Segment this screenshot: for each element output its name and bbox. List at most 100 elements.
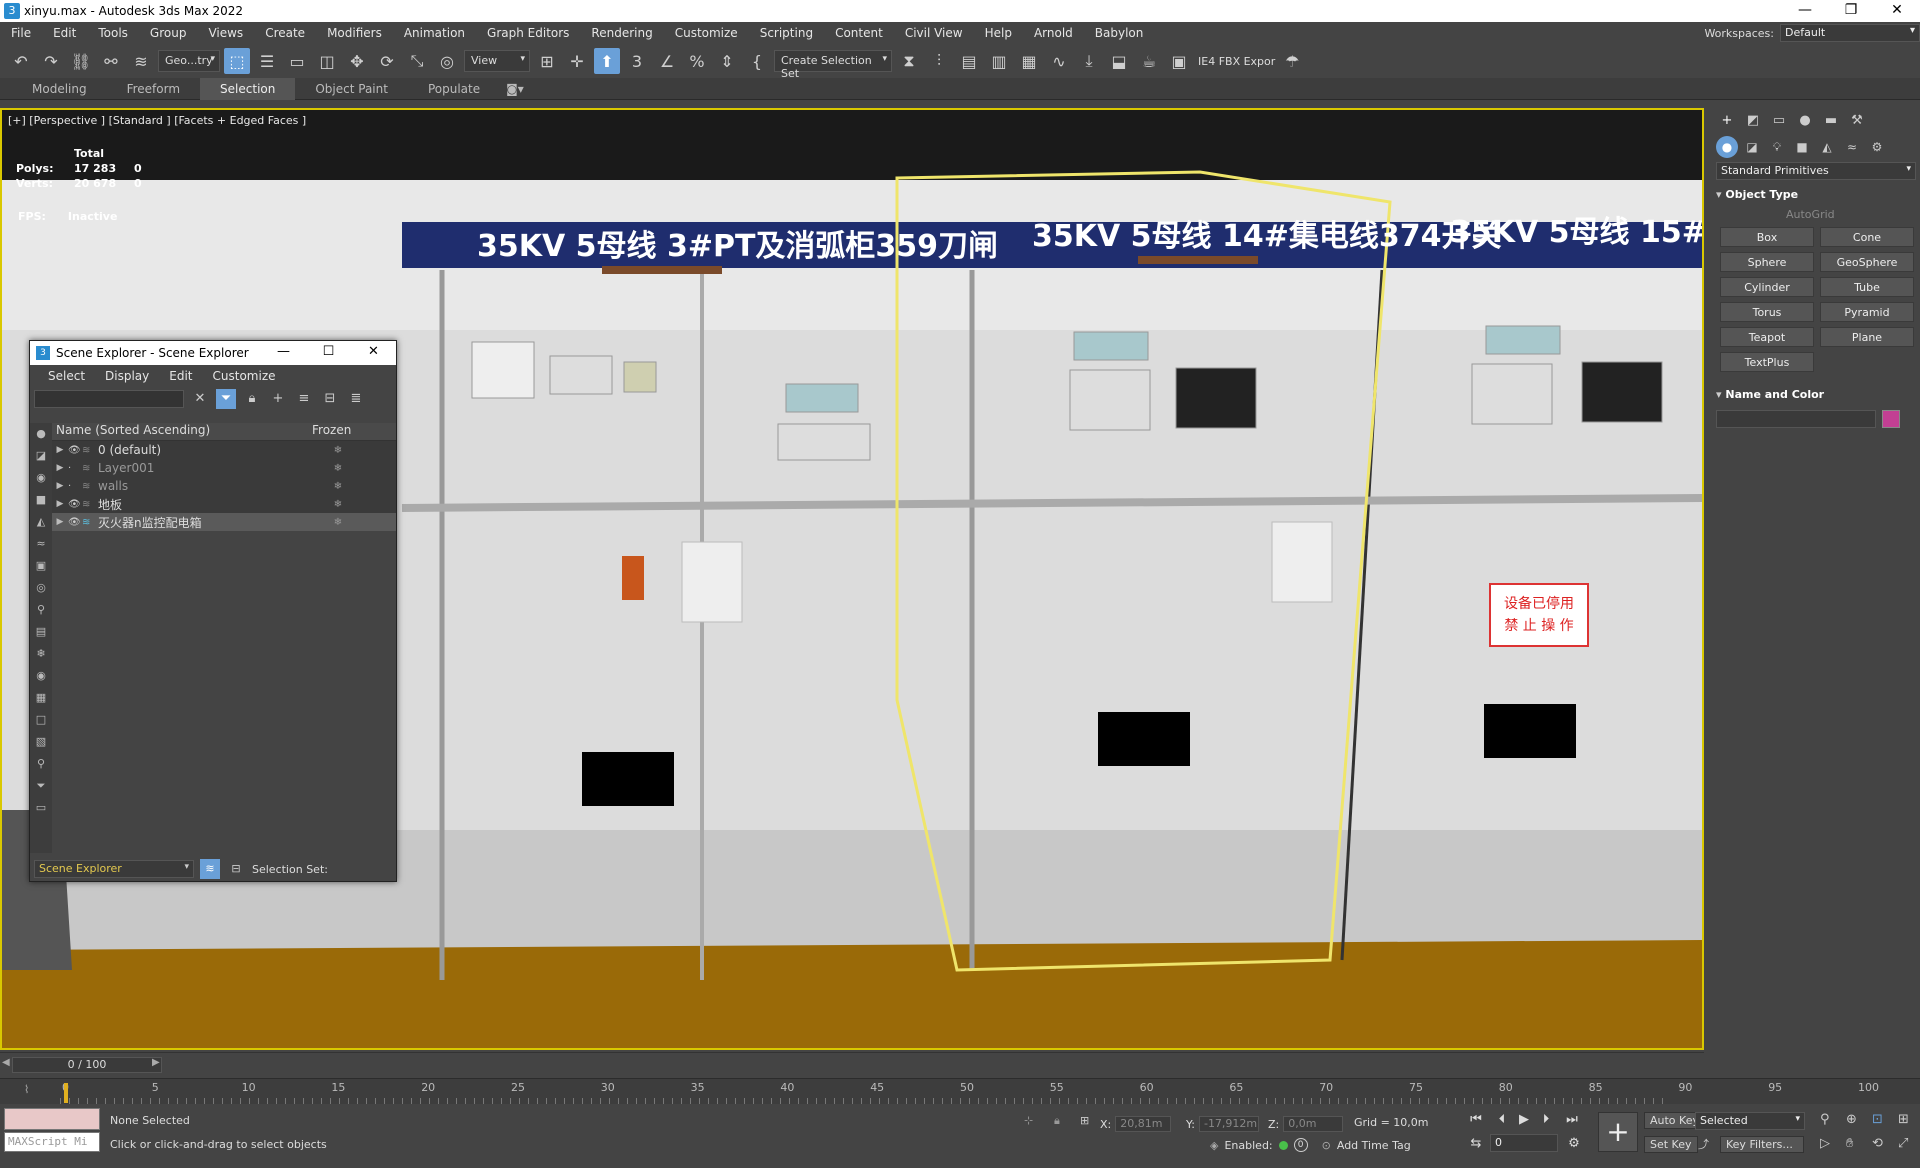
visibility-icon[interactable]: 👁︎ <box>68 445 82 456</box>
object-name-input[interactable] <box>1716 410 1876 428</box>
menu-file[interactable]: File <box>0 26 42 40</box>
pivot-center-icon[interactable]: ⊞ <box>534 48 560 74</box>
lock-icon[interactable]: 🔒︎ <box>242 389 262 409</box>
place-icon[interactable]: ◎ <box>434 48 460 74</box>
geometry-category-icon[interactable]: ● <box>1716 136 1738 158</box>
se-menu-display[interactable]: Display <box>95 369 159 383</box>
material-editor-icon[interactable]: ⬓ <box>1106 48 1132 74</box>
tab-object-paint[interactable]: Object Paint <box>295 78 408 100</box>
menu-content[interactable]: Content <box>824 26 894 40</box>
maxscript-mini-listener[interactable]: MAXScript Mi <box>4 1132 100 1152</box>
motion-tab-icon[interactable]: ● <box>1794 110 1816 132</box>
orbit-icon[interactable]: ⟲ <box>1872 1136 1883 1151</box>
menu-help[interactable]: Help <box>974 26 1023 40</box>
ribbon-options-icon[interactable]: ◙▾ <box>500 78 530 100</box>
expand-icon[interactable]: ▶ <box>52 463 68 473</box>
z-coordinate-field[interactable]: 0,0m <box>1283 1116 1344 1132</box>
window-crossing-icon[interactable]: ◫ <box>314 48 340 74</box>
goto-start-icon[interactable]: ⏮ <box>1466 1112 1486 1127</box>
render-setup-icon[interactable]: ☕ <box>1136 48 1162 74</box>
spacewarps-filter-icon[interactable]: ≈ <box>30 533 52 555</box>
tab-freeform[interactable]: Freeform <box>107 78 200 100</box>
fbx-export-label[interactable]: IE4 FBX Expor <box>1198 55 1275 68</box>
display-none-icon[interactable]: □ <box>30 709 52 731</box>
shapes-filter-icon[interactable]: ◪ <box>30 445 52 467</box>
se-menu-select[interactable]: Select <box>38 369 95 383</box>
se-close-button[interactable]: ✕ <box>351 341 396 365</box>
set-key-button[interactable]: Set Key <box>1644 1136 1698 1153</box>
close-button[interactable]: ✕ <box>1874 0 1920 22</box>
cameras-category-icon[interactable]: ■ <box>1791 136 1813 158</box>
explorer-selector-dropdown[interactable]: Scene Explorer <box>34 860 194 878</box>
zoom-icon[interactable]: ⚲ <box>1820 1112 1830 1127</box>
se-search-input[interactable] <box>34 390 184 408</box>
menu-edit[interactable]: Edit <box>42 26 87 40</box>
layer-explorer-icon[interactable]: ▥ <box>986 48 1012 74</box>
spinner-snap-icon[interactable]: ⇕ <box>714 48 740 74</box>
column-frozen-header[interactable]: Frozen <box>308 423 351 440</box>
modify-tab-icon[interactable]: ◩ <box>1742 110 1764 132</box>
helpers-filter-icon[interactable]: ◭ <box>30 511 52 533</box>
menu-arnold[interactable]: Arnold <box>1023 26 1084 40</box>
zoom-all-icon[interactable]: ⊕ <box>1846 1112 1857 1127</box>
tube-button[interactable]: Tube <box>1820 277 1914 297</box>
hidden-filter-icon[interactable]: ◉ <box>30 665 52 687</box>
goto-end-icon[interactable]: ⏭ <box>1562 1112 1582 1127</box>
clear-search-icon[interactable]: ✕ <box>190 389 210 409</box>
tree-row[interactable]: ▶ 👁︎ ≋ 灭火器n监控配电箱 ❄ <box>52 513 396 531</box>
utilities-tab-icon[interactable]: ⚒ <box>1846 110 1868 132</box>
expand-icon[interactable]: ▶ <box>52 481 68 491</box>
frozen-filter-icon[interactable]: ❄ <box>30 643 52 665</box>
se-maximize-button[interactable]: ☐ <box>306 341 351 365</box>
play-icon[interactable]: ▶ <box>1514 1112 1534 1127</box>
visibility-icon[interactable]: · <box>68 463 82 474</box>
prev-frame-icon[interactable]: ◀ <box>2 1057 10 1068</box>
bones-filter-icon[interactable]: ⚲ <box>30 599 52 621</box>
layers-icon[interactable]: ≣ <box>346 389 366 409</box>
menu-graph-editors[interactable]: Graph Editors <box>476 26 580 40</box>
systems-category-icon[interactable]: ⚙ <box>1866 136 1888 158</box>
default-tangents-icon[interactable]: ⤴ <box>1698 1136 1709 1152</box>
se-minimize-button[interactable]: — <box>261 341 306 365</box>
next-frame-icon[interactable]: ▶ <box>152 1057 160 1068</box>
menu-animation[interactable]: Animation <box>393 26 476 40</box>
geometry-filter-icon[interactable]: ● <box>30 423 52 445</box>
hierarchy-icon[interactable]: ⊟ <box>320 389 340 409</box>
cameras-filter-icon[interactable]: ■ <box>30 489 52 511</box>
visibility-icon[interactable]: 👁︎ <box>68 499 82 510</box>
funnel-icon[interactable]: ⏷ <box>30 775 52 797</box>
percent-snap-icon[interactable]: % <box>684 48 710 74</box>
enabled-status-icon[interactable] <box>1278 1140 1288 1150</box>
primitive-type-dropdown[interactable]: Standard Primitives <box>1716 162 1916 180</box>
render-production-icon[interactable]: ☂ <box>1279 48 1305 74</box>
create-tab-icon[interactable]: + <box>1716 110 1738 132</box>
expand-icon[interactable]: ▶ <box>52 445 68 455</box>
tree-row[interactable]: ▶ 👁︎ ≋ 地板 ❄ <box>52 495 396 513</box>
freeze-icon[interactable]: ❄ <box>308 481 368 492</box>
undo-icon[interactable]: ↶ <box>8 48 34 74</box>
hierarchy-tab-icon[interactable]: ▭ <box>1768 110 1790 132</box>
curve-editor-mini-icon[interactable]: ⌇ <box>24 1083 29 1096</box>
lights-category-icon[interactable]: 💡︎ <box>1766 136 1788 158</box>
teapot-button[interactable]: Teapot <box>1720 327 1814 347</box>
expand-icon[interactable]: ▶ <box>52 517 68 527</box>
name-color-header[interactable]: Name and Color <box>1716 386 1916 404</box>
named-selection-set-dropdown[interactable]: Create Selection Set <box>774 50 892 80</box>
sphere-button[interactable]: Sphere <box>1720 252 1814 272</box>
bind-spacewarp-icon[interactable]: ≋ <box>128 48 154 74</box>
freeze-icon[interactable]: ❄ <box>308 445 368 456</box>
se-menu-edit[interactable]: Edit <box>159 369 202 383</box>
time-tag-icon[interactable]: ⊙ <box>1322 1139 1331 1152</box>
rotate-icon[interactable]: ⟳ <box>374 48 400 74</box>
textplus-button[interactable]: TextPlus <box>1720 352 1814 372</box>
menu-civil-view[interactable]: Civil View <box>894 26 974 40</box>
cylinder-button[interactable]: Cylinder <box>1720 277 1814 297</box>
scene-explorer-icon[interactable]: ▤ <box>956 48 982 74</box>
object-type-header[interactable]: Object Type <box>1716 186 1916 204</box>
x-coordinate-field[interactable]: 20,81m <box>1115 1116 1172 1132</box>
pan-view-icon[interactable]: ✋︎ <box>1846 1136 1853 1151</box>
display-all-icon[interactable]: ▦ <box>30 687 52 709</box>
perspective-viewport[interactable]: 设备已停用 禁 止 操 作 35KV 5母线 3#PT及消弧柜359刀闸 35K… <box>0 108 1704 1050</box>
align-icon[interactable]: ⫶ <box>926 48 952 74</box>
key-mode-icon[interactable]: ⇆ <box>1466 1136 1486 1151</box>
